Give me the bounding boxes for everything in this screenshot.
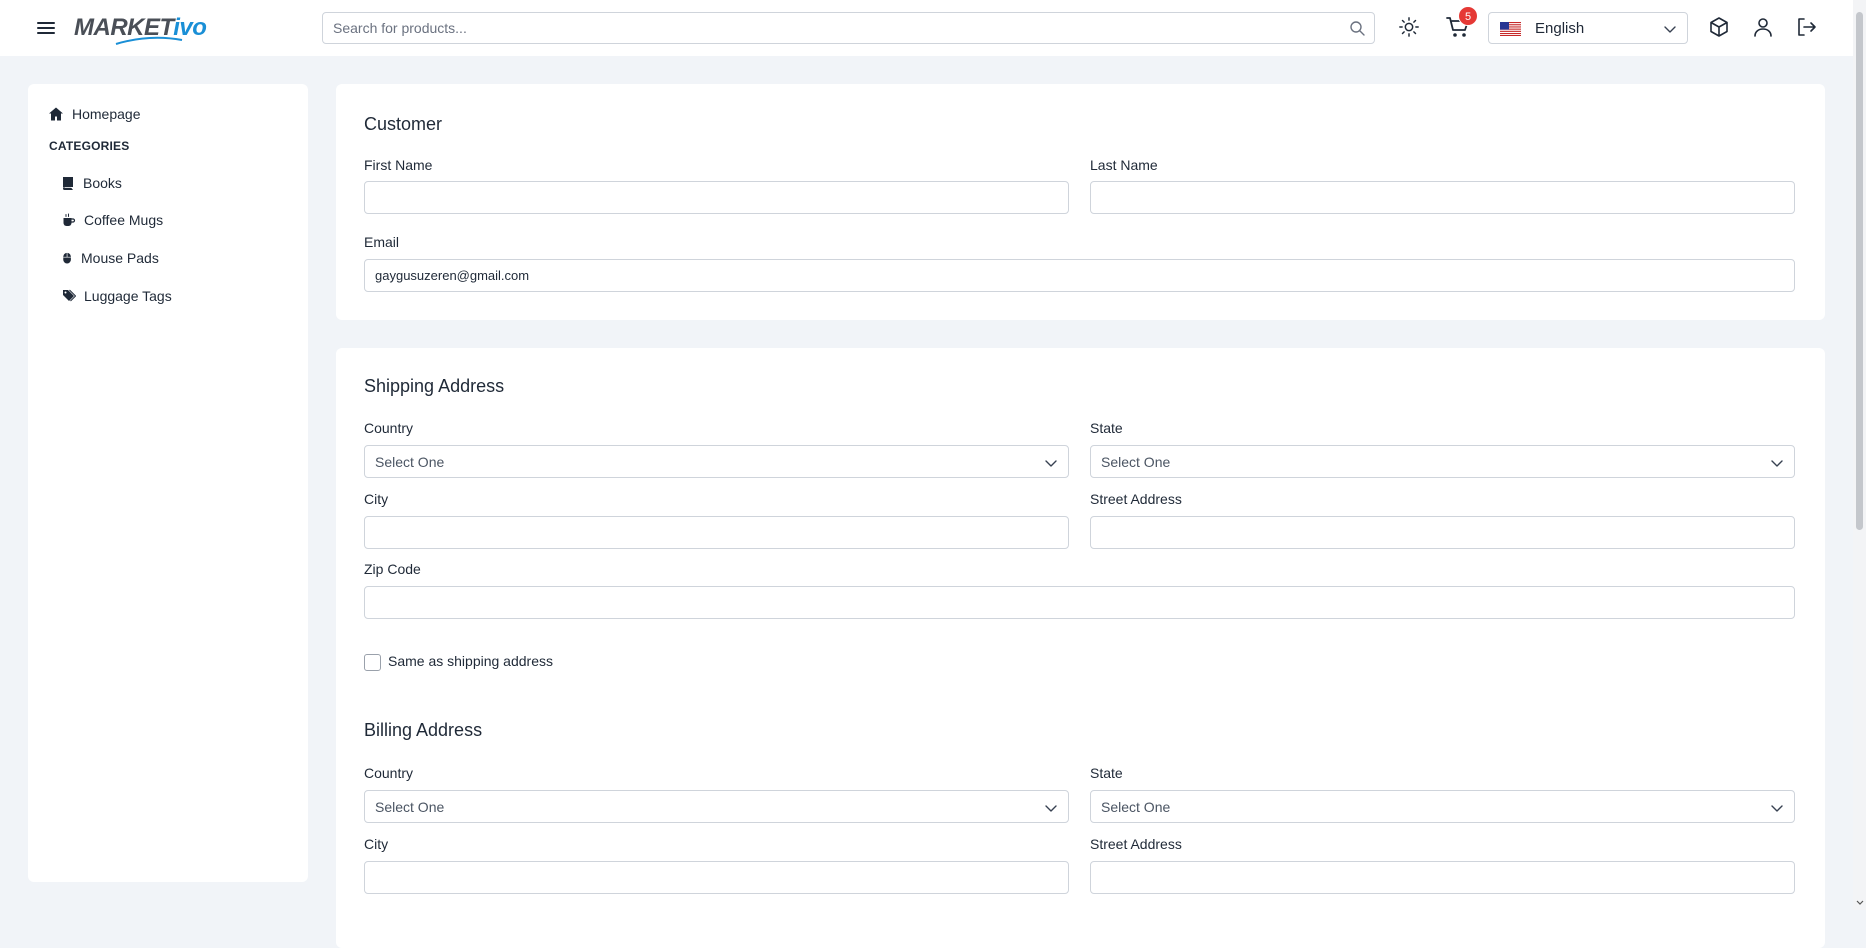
billing-city-label: City	[364, 836, 389, 852]
shipping-street-field[interactable]	[1090, 516, 1795, 549]
billing-street-label: Street Address	[1090, 836, 1182, 852]
scroll-down-arrow-icon[interactable]	[1856, 899, 1864, 907]
tags-icon	[63, 289, 76, 302]
top-navbar: MARKETivo 5	[0, 0, 1853, 56]
shipping-city-field[interactable]	[364, 516, 1069, 549]
chevron-down-icon	[1771, 805, 1783, 812]
sun-icon[interactable]	[1398, 16, 1420, 38]
sidebar-item-label: Coffee Mugs	[84, 212, 164, 228]
billing-street-field[interactable]	[1090, 861, 1795, 894]
billing-state-select[interactable]: Select One	[1090, 790, 1795, 823]
first-name-label: First Name	[364, 157, 433, 173]
shipping-state-select[interactable]: Select One	[1090, 445, 1795, 478]
shipping-state-label: State	[1090, 420, 1123, 436]
last-name-field[interactable]	[1090, 181, 1795, 214]
scrollbar-thumb[interactable]	[1856, 12, 1863, 530]
select-value: Select One	[1101, 454, 1171, 470]
last-name-label: Last Name	[1090, 157, 1158, 173]
billing-country-label: Country	[364, 765, 414, 781]
sidebar-item-label: Homepage	[72, 106, 141, 122]
sidebar-item-label: Books	[83, 175, 122, 191]
mouse-icon	[63, 252, 71, 264]
same-as-shipping-checkbox[interactable]	[364, 654, 381, 671]
customer-title: Customer	[364, 114, 443, 134]
box-icon[interactable]	[1707, 15, 1731, 39]
shipping-street-label: Street Address	[1090, 491, 1182, 507]
billing-state-label: State	[1090, 765, 1123, 781]
chevron-down-icon	[1045, 460, 1057, 467]
shipping-country-select[interactable]: Select One	[364, 445, 1069, 478]
mug-icon	[63, 213, 76, 226]
user-icon[interactable]	[1751, 15, 1775, 39]
billing-city-field[interactable]	[364, 861, 1069, 894]
chevron-down-icon	[1664, 26, 1676, 33]
sidebar-item-mouse-pads[interactable]: Mouse Pads	[62, 247, 159, 269]
customer-card: Customer First Name Last Name Email	[336, 84, 1825, 320]
billing-title: Billing Address	[364, 720, 483, 740]
email-field[interactable]	[364, 259, 1795, 292]
sidebar-item-label: Luggage Tags	[84, 288, 172, 304]
shipping-zip-label: Zip Code	[364, 561, 421, 577]
select-value: Select One	[375, 454, 445, 470]
shipping-city-label: City	[364, 491, 389, 507]
sidebar-item-coffee-mugs[interactable]: Coffee Mugs	[62, 209, 163, 231]
select-value: Select One	[1101, 799, 1171, 815]
sidebar-item-label: Mouse Pads	[81, 250, 159, 266]
sidebar: Homepage CATEGORIES Books Coffee Mugs Mo…	[28, 84, 308, 882]
home-icon	[49, 107, 63, 121]
logo-swoosh	[115, 36, 183, 45]
first-name-field[interactable]	[364, 181, 1069, 214]
shipping-country-label: Country	[364, 420, 414, 436]
sidebar-item-luggage-tags[interactable]: Luggage Tags	[62, 285, 172, 307]
logo[interactable]: MARKETivo	[74, 10, 207, 46]
cart-badge: 5	[1458, 6, 1478, 26]
billing-country-select[interactable]: Select One	[364, 790, 1069, 823]
same-as-shipping-label[interactable]: Same as shipping address	[388, 653, 553, 669]
logout-icon[interactable]	[1794, 15, 1818, 39]
search-icon[interactable]	[1349, 20, 1365, 36]
page-scrollbar[interactable]	[1853, 0, 1866, 910]
search-bar	[322, 12, 1375, 44]
address-card: Shipping Address Country Select One Stat…	[336, 348, 1825, 948]
select-value: Select One	[375, 799, 445, 815]
menu-icon[interactable]	[34, 16, 58, 40]
language-select[interactable]: English	[1488, 12, 1688, 44]
chevron-down-icon	[1045, 805, 1057, 812]
categories-heading: CATEGORIES	[49, 139, 130, 153]
book-icon	[63, 177, 73, 190]
chevron-down-icon	[1771, 460, 1783, 467]
email-label: Email	[364, 234, 400, 250]
search-input[interactable]	[323, 13, 1333, 43]
sidebar-item-books[interactable]: Books	[62, 172, 122, 194]
shipping-zip-field[interactable]	[364, 586, 1795, 619]
sidebar-item-homepage[interactable]: Homepage	[48, 102, 141, 126]
language-label: English	[1535, 20, 1585, 37]
shipping-title: Shipping Address	[364, 376, 505, 396]
us-flag-icon	[1500, 22, 1521, 36]
